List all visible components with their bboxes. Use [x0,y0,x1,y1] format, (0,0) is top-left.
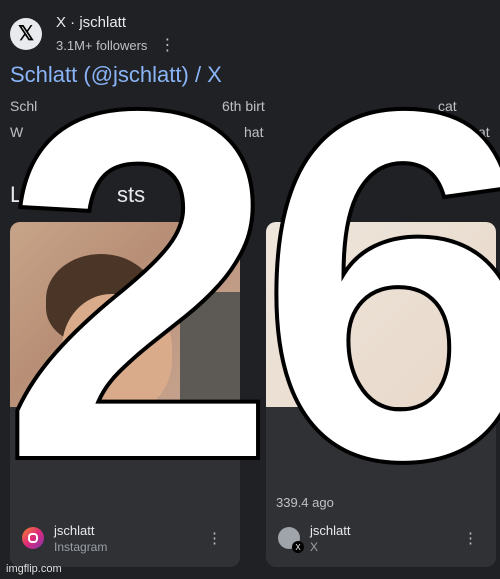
x-logo-icon: 𝕏 [10,18,42,50]
instagram-icon [22,527,44,549]
result-header: 𝕏 X · jschlatt 3.1M+ followers ⋮ [10,14,175,55]
x-avatar-icon: X [278,527,304,553]
snippet-line1-left: Schl [10,98,38,114]
snippet-line1-mid: 6th birt [222,98,265,114]
follower-count: 3.1M+ followers ⋮ [56,35,175,55]
snippet-line2-right: at [478,124,490,140]
result-title-link[interactable]: Schlatt (@jschlatt) / X [10,62,222,88]
section-heading-left: L [10,182,23,207]
snippet-line2-left: W [10,124,24,140]
source-name[interactable]: jschlatt [310,523,350,538]
card-source-row: X jschlatt X ⋮ [266,509,496,567]
post-card-instagram[interactable]: jschlatt Instagram ⋮ [10,222,240,567]
source-name[interactable]: jschlatt [54,523,107,538]
face-shape [62,294,172,407]
post-thumbnail[interactable] [266,222,496,407]
card-source-row: jschlatt Instagram ⋮ [10,509,240,567]
room-background [180,292,240,407]
snippet-line2-mid: hat [244,124,264,140]
source-site: Instagram [54,539,108,554]
more-options-icon[interactable]: ⋮ [207,529,222,547]
more-options-icon[interactable]: ⋮ [159,35,175,55]
watermark: imgflip.com [6,563,62,575]
section-heading-mid: sts [117,182,146,207]
post-meta: 339.4 ago [276,495,334,510]
site-name[interactable]: X · jschlatt [56,14,174,31]
source-site: X [310,539,319,554]
post-card-x[interactable]: X jschlatt X ⋮ [266,222,496,567]
snippet-line1-right: cat [438,98,457,114]
post-thumbnail[interactable] [10,222,240,407]
more-options-icon[interactable]: ⋮ [463,529,478,547]
